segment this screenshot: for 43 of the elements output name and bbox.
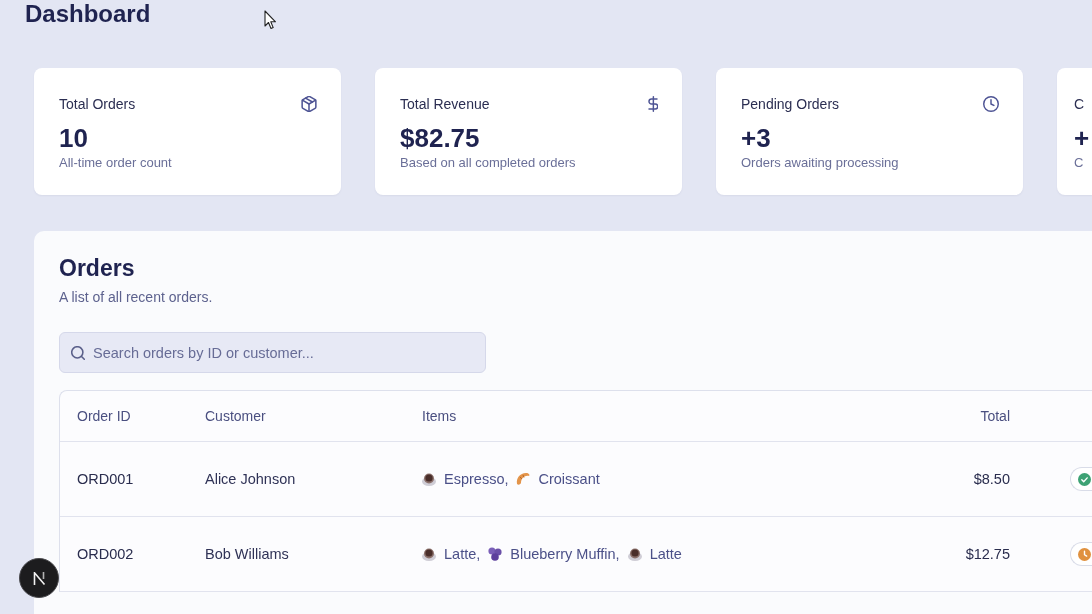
stat-title: Total Orders <box>59 95 136 113</box>
column-header: Customer <box>205 408 266 424</box>
cursor-icon <box>264 10 277 30</box>
search-icon <box>71 346 85 360</box>
column-header: Order ID <box>77 408 131 424</box>
order-id: ORD001 <box>77 471 134 487</box>
dollar-icon <box>648 96 658 112</box>
package-icon <box>301 96 317 112</box>
stat-title: Total Revenue <box>400 95 490 113</box>
stat-description: All-time order count <box>59 155 172 171</box>
item-name: Croissant <box>538 471 600 487</box>
clock-icon <box>983 96 999 112</box>
coffee-cup-icon <box>422 547 436 561</box>
item-name: Latte, <box>444 546 481 562</box>
column-header: Total <box>980 408 1010 424</box>
stat-title: C <box>1074 95 1085 113</box>
n-logo-icon <box>32 571 46 585</box>
column-header: Items <box>422 408 457 424</box>
order-id: ORD002 <box>77 546 134 562</box>
page-title: Dashboard <box>25 0 151 28</box>
stat-value: +3 <box>741 122 771 154</box>
stat-description: Based on all completed orders <box>400 155 576 171</box>
coffee-cup-icon <box>627 547 642 561</box>
order-total: $8.50 <box>973 471 1010 487</box>
search-field[interactable]: Search orders by ID or customer... <box>59 332 486 373</box>
customer-name: Alice Johnson <box>205 471 296 487</box>
stat-value: + <box>1074 122 1090 154</box>
panel-subtitle: A list of all recent orders. <box>59 288 213 306</box>
croissant-icon <box>516 472 531 486</box>
coffee-cup-icon <box>422 472 436 486</box>
stat-value: $82.75 <box>400 122 480 154</box>
blueberries-icon <box>488 547 503 561</box>
item-name: Blueberry Muffin, <box>510 546 620 562</box>
item-name: Espresso, <box>444 471 509 487</box>
stat-value: 10 <box>59 122 88 154</box>
dev-indicator-button[interactable] <box>19 558 59 598</box>
stat-title: Pending Orders <box>741 95 840 113</box>
order-total: $12.75 <box>965 546 1010 562</box>
customer-name: Bob Williams <box>205 546 289 562</box>
item-name: Latte <box>649 546 682 562</box>
panel-title: Orders <box>59 254 135 282</box>
stat-description: C <box>1074 155 1084 171</box>
stat-description: Orders awaiting processing <box>741 155 899 171</box>
